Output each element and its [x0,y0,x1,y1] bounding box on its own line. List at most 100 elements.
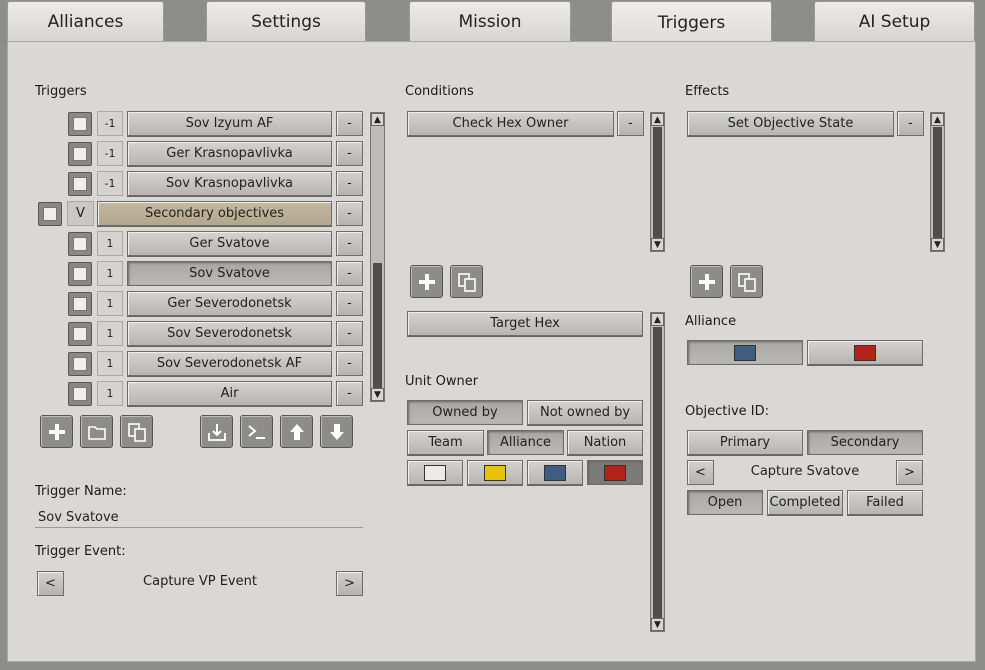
trigger-name-input[interactable]: Sov Svatove [35,508,363,528]
import-button[interactable] [200,415,233,448]
trigger-remove-button[interactable]: - [336,231,363,256]
owner-blue-button[interactable] [527,460,583,485]
triggers-scrollbar[interactable]: ▲ ▼ [370,112,385,402]
trigger-remove-button[interactable]: - [336,351,363,376]
owner-red-button[interactable] [587,460,643,485]
trigger-event-prev-button[interactable]: < [37,571,64,596]
trigger-checkbox[interactable] [68,232,92,256]
effect-item[interactable]: Set Objective State [687,111,894,136]
target-hex-button[interactable]: Target Hex [407,311,643,336]
not-owned-by-button[interactable]: Not owned by [527,400,643,425]
trigger-item[interactable]: Sov Severodonetsk AF [127,351,332,376]
tab-settings[interactable]: Settings [206,1,366,41]
primary-button[interactable]: Primary [687,430,803,455]
move-down-button[interactable] [320,415,353,448]
trigger-item[interactable]: Sov Severodonetsk [127,321,332,346]
copy-trigger-button[interactable] [120,415,153,448]
trigger-remove-button[interactable]: - [336,201,363,226]
red-swatch [604,464,626,481]
trigger-remove-button[interactable]: - [336,171,363,196]
trigger-checkbox[interactable] [68,382,92,406]
effects-scrollbar[interactable]: ▲ ▼ [930,112,945,252]
blue-swatch [734,344,756,361]
copy-condition-button[interactable] [450,265,483,298]
trigger-item[interactable]: Ger Severodonetsk [127,291,332,316]
alliance-red-button[interactable] [807,340,923,365]
condition-item[interactable]: Check Hex Owner [407,111,614,136]
conditions-scrollbar[interactable]: ▲ ▼ [650,112,665,252]
add-icon [48,423,65,440]
scroll-down-arrow[interactable]: ▼ [651,238,664,251]
scroll-down-arrow[interactable]: ▼ [931,238,944,251]
state-completed-button[interactable]: Completed [767,490,843,515]
copy-icon [127,422,146,442]
copy-icon [457,272,476,292]
trigger-event-next-button[interactable]: > [336,571,363,596]
objective-prev-button[interactable]: < [687,460,714,485]
team-button[interactable]: Team [407,430,484,455]
console-button[interactable] [240,415,273,448]
trigger-remove-button[interactable]: - [336,381,363,406]
trigger-item[interactable]: Ger Krasnopavlivka [127,141,332,166]
state-open-button[interactable]: Open [687,490,763,515]
effect-remove-button[interactable]: - [897,111,924,136]
trigger-order-number: V [67,201,94,226]
trigger-checkbox[interactable] [68,112,92,136]
tab-mission[interactable]: Mission [409,1,571,41]
trigger-remove-button[interactable]: - [336,321,363,346]
trigger-checkbox[interactable] [68,322,92,346]
trigger-remove-button[interactable]: - [336,141,363,166]
trigger-checkbox[interactable] [68,352,92,376]
condition-remove-button[interactable]: - [617,111,644,136]
scroll-thumb[interactable] [373,263,382,388]
alliance-button[interactable]: Alliance [487,430,564,455]
scroll-down-arrow[interactable]: ▼ [651,618,664,631]
tab-triggers[interactable]: Triggers [611,1,772,43]
copy-effect-button[interactable] [730,265,763,298]
state-failed-button[interactable]: Failed [847,490,923,515]
trigger-checkbox[interactable] [68,292,92,316]
scroll-thumb[interactable] [933,127,942,239]
trigger-checkbox[interactable] [68,142,92,166]
trigger-checkbox[interactable] [68,262,92,286]
trigger-event-label: Trigger Event: [35,544,126,559]
trigger-remove-button[interactable]: - [336,261,363,286]
trigger-item[interactable]: Ger Svatove [127,231,332,256]
tab-ai-setup[interactable]: AI Setup [814,1,975,41]
folder-button[interactable] [80,415,113,448]
add-effect-button[interactable] [690,265,723,298]
scroll-up-arrow[interactable]: ▲ [931,113,944,126]
objective-next-button[interactable]: > [896,460,923,485]
trigger-checkbox[interactable] [68,172,92,196]
scroll-up-arrow[interactable]: ▲ [651,113,664,126]
blue-swatch [544,464,566,481]
trigger-item[interactable]: Secondary objectives [97,201,332,226]
trigger-item[interactable]: Sov Izyum AF [127,111,332,136]
nation-button[interactable]: Nation [567,430,643,455]
effects-label: Effects [685,84,730,99]
scroll-up-arrow[interactable]: ▲ [371,113,384,126]
trigger-item[interactable]: Air [127,381,332,406]
tab-alliances[interactable]: Alliances [7,1,164,41]
trigger-checkbox[interactable] [38,202,62,226]
owner-yellow-button[interactable] [467,460,523,485]
trigger-remove-button[interactable]: - [336,291,363,316]
scroll-thumb[interactable] [653,127,662,239]
trigger-order-number: 1 [97,351,123,376]
scroll-down-arrow[interactable]: ▼ [371,388,384,401]
trigger-item[interactable]: Sov Krasnopavlivka [127,171,332,196]
scroll-thumb[interactable] [653,327,662,619]
trigger-order-number: 1 [97,261,123,286]
scroll-up-arrow[interactable]: ▲ [651,313,664,326]
move-up-button[interactable] [280,415,313,448]
secondary-button[interactable]: Secondary [807,430,923,455]
alliance-blue-button[interactable] [687,340,803,365]
condition-details-scrollbar[interactable]: ▲ ▼ [650,312,665,632]
trigger-item[interactable]: Sov Svatove [127,261,332,286]
owned-by-button[interactable]: Owned by [407,400,523,425]
owner-white-button[interactable] [407,460,463,485]
console-icon [247,424,265,439]
add-trigger-button[interactable] [40,415,73,448]
trigger-remove-button[interactable]: - [336,111,363,136]
add-condition-button[interactable] [410,265,443,298]
